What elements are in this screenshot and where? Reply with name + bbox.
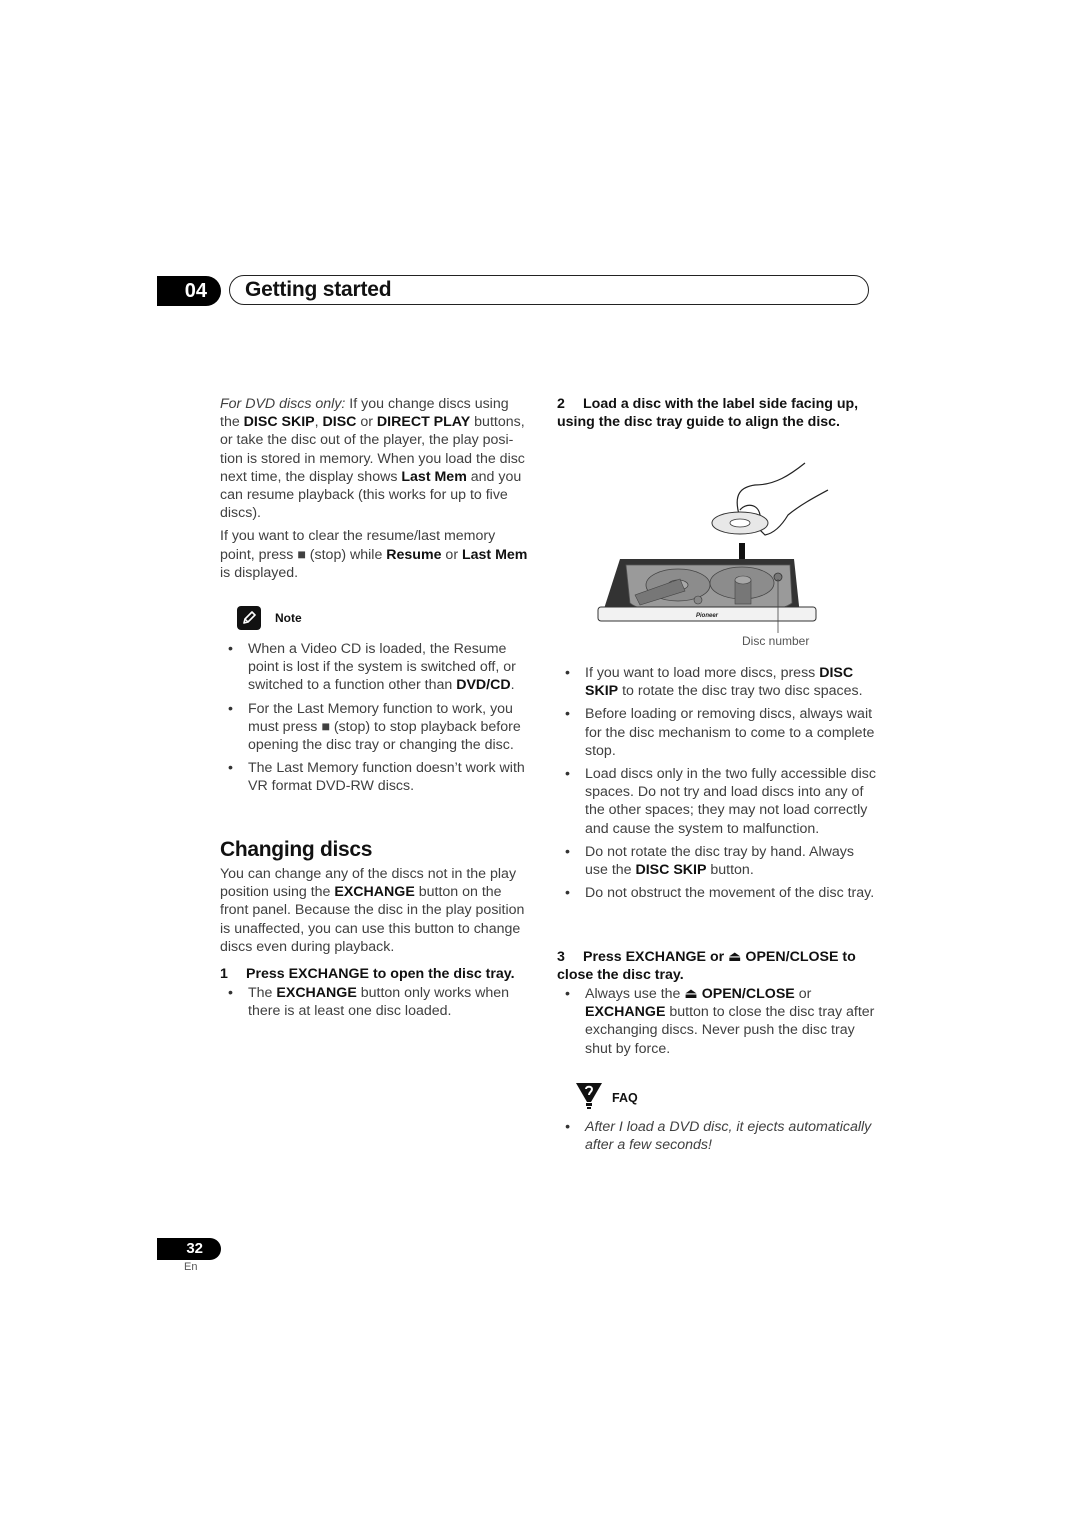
text-run: The Last Memory function doesn’t work wi… <box>248 760 525 795</box>
text-run: or <box>441 546 462 563</box>
text-run: . <box>510 677 515 694</box>
bold-term: DISC SKIP <box>243 414 315 431</box>
faq-list-container: After I load a DVD disc, it ejects autom… <box>559 1118 875 1159</box>
brand-logo: Pioneer <box>696 613 719 619</box>
list-item: Load discs only in the two fully accessi… <box>559 765 877 838</box>
pencil-icon <box>237 606 261 630</box>
bold-term: EXCHANGE <box>585 1004 666 1021</box>
text-run: Before loading or removing discs, always… <box>585 706 875 759</box>
bold-term: DISC SKIP <box>635 862 707 879</box>
step-2: 2 Load a disc with the label side facing … <box>557 395 877 431</box>
intro-paragraph: For DVD discs only: If you change discs … <box>220 395 532 587</box>
section-paragraph: You can change any of the discs not in t… <box>220 865 532 956</box>
text-run: to rotate the disc tray two disc spaces. <box>618 683 863 700</box>
faq-label: FAQ <box>612 1090 638 1105</box>
step-1-text: Press EXCHANGE to open the disc tray. <box>246 966 515 982</box>
bold-term: Last Mem <box>401 468 467 485</box>
chapter-title: Getting started <box>245 278 392 301</box>
text-run: button. <box>706 862 754 879</box>
list-item: When a Video CD is loaded, the Resume po… <box>222 640 534 695</box>
step-3-bullet: Always use the ⏏ OPEN/CLOSE or EXCHANGE … <box>559 985 875 1058</box>
step-3-bullet-container: Always use the ⏏ OPEN/CLOSE or EXCHANGE … <box>559 985 875 1063</box>
illustration-caption: Disc number <box>742 634 810 648</box>
step-2-number: 2 <box>557 396 565 412</box>
language-label: En <box>184 1261 198 1273</box>
disc-tray-illustration: Pioneer <box>597 462 829 633</box>
clear-memory-paragraph: If you want to clear the resume/last mem… <box>220 527 532 582</box>
faq-item: After I load a DVD disc, it ejects autom… <box>559 1118 875 1154</box>
list-item: Do not obstruct the movement of the disc… <box>559 884 877 902</box>
step-2-text: Load a disc with the label side facing u… <box>557 396 859 430</box>
section-title: Changing discs <box>220 838 373 861</box>
list-item: For the Last Memory function to work, yo… <box>222 700 534 755</box>
text-run: Load discs only in the two fully accessi… <box>585 766 876 837</box>
step-1-bullet: The EXCHANGE button only works when ther… <box>222 984 534 1020</box>
text-run: or <box>356 414 377 431</box>
faq-header: FAQ <box>575 1080 638 1115</box>
bold-term: Last Mem <box>461 546 528 563</box>
list-item: Do not rotate the disc tray by hand. Alw… <box>559 843 877 879</box>
faq-list: After I load a DVD disc, it ejects autom… <box>559 1118 875 1154</box>
step-1-bullet-container: The EXCHANGE button only works when ther… <box>222 984 534 1025</box>
text-run: , <box>314 414 323 431</box>
text-run: Always use the <box>585 986 685 1002</box>
text-run: or <box>794 986 812 1002</box>
tray-illustration: Pioneer <box>597 559 817 622</box>
text-run: If you want to load more discs, press <box>585 665 820 681</box>
note-list: When a Video CD is loaded, the Resume po… <box>222 640 534 796</box>
right-bullet-list: If you want to load more discs, press DI… <box>559 664 877 903</box>
step-1: 1 Press EXCHANGE to open the disc tray. <box>220 965 540 983</box>
disc-illustration <box>711 511 769 535</box>
bold-term: DISC <box>322 414 357 431</box>
list-item: Before loading or removing discs, always… <box>559 705 877 760</box>
intro-body: If you change discs using the DISC SKIP,… <box>220 396 525 521</box>
text-run: is displayed. <box>220 564 299 581</box>
text-run: For the Last Memory function to work, yo… <box>248 700 521 754</box>
step-1-number: 1 <box>220 966 228 982</box>
bold-term: EXCHANGE <box>276 985 357 1001</box>
bold-term: DIRECT PLAY <box>376 414 471 431</box>
bold-term: Resume <box>386 546 442 563</box>
list-item: The Last Memory function doesn’t work wi… <box>222 759 534 795</box>
bold-term: DVD/CD <box>456 677 511 694</box>
page-number: 32 <box>157 1238 221 1260</box>
faq-icon <box>575 1080 603 1115</box>
text-run: The <box>248 985 277 1001</box>
step-3-text: Press EXCHANGE or ⏏ OPEN/CLOSE to close … <box>557 949 856 983</box>
chapter-number: 04 <box>157 276 221 306</box>
list-item: If you want to load more discs, press DI… <box>559 664 877 700</box>
bold-term: ⏏ OPEN/CLOSE <box>684 986 795 1002</box>
step-3: 3 Press EXCHANGE or ⏏ OPEN/CLOSE to close… <box>557 948 877 984</box>
note-label: Note <box>275 611 302 625</box>
intro-italic-lead: For DVD discs only: <box>220 396 346 412</box>
note-list-container: When a Video CD is loaded, the Resume po… <box>222 640 534 801</box>
right-bullets-container: If you want to load more discs, press DI… <box>559 664 877 907</box>
text-run: Do not obstruct the movement of the disc… <box>585 885 875 902</box>
step-3-number: 3 <box>557 949 565 965</box>
note-header: Note <box>237 606 302 630</box>
bold-term: EXCHANGE <box>334 884 415 901</box>
